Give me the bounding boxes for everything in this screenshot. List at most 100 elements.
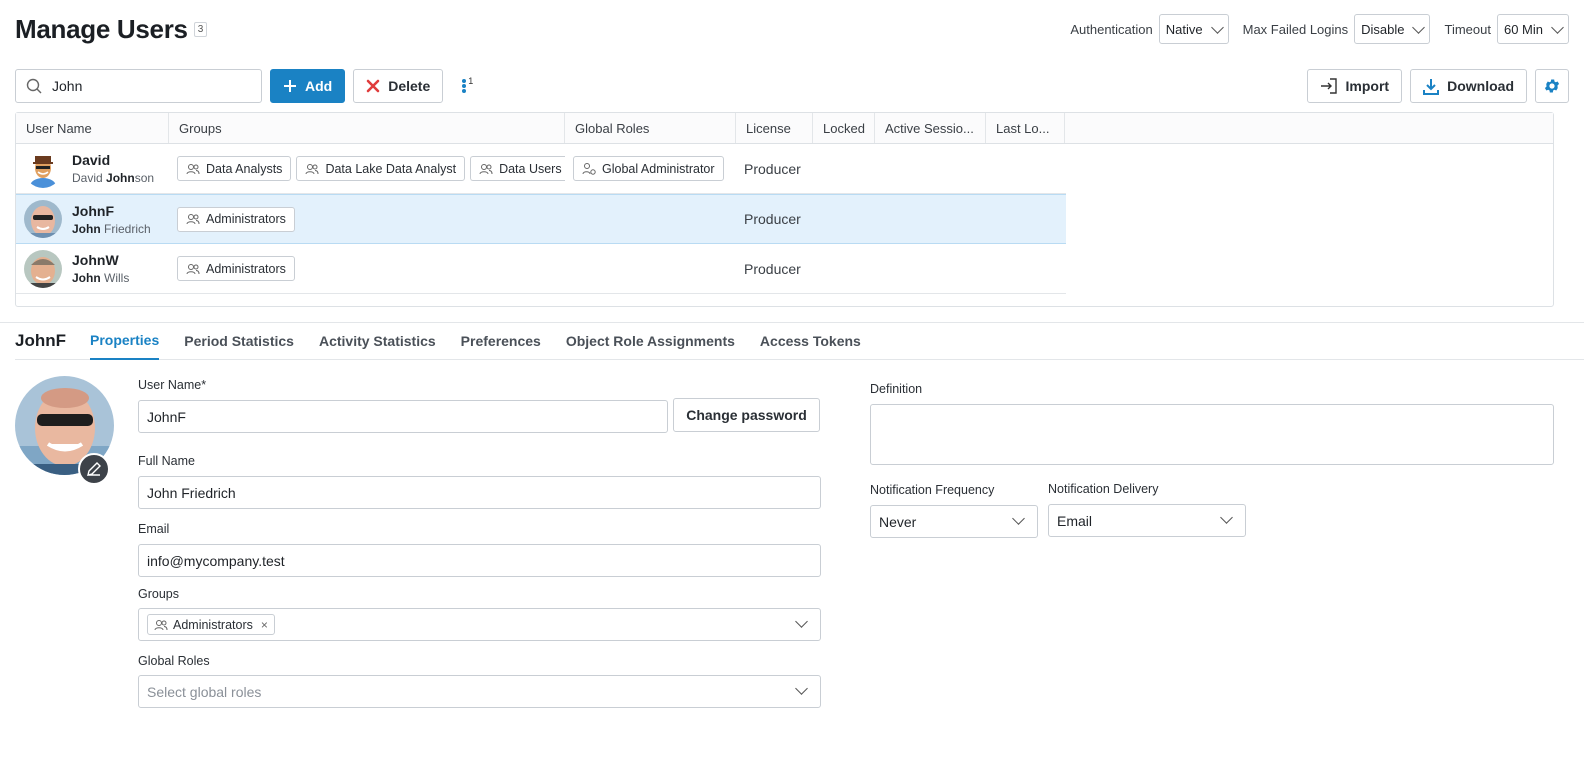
import-button[interactable]: Import (1306, 69, 1403, 103)
email-label: Email (138, 522, 170, 536)
page-header: Manage Users 3 (15, 14, 208, 45)
column-header-license[interactable]: License (736, 113, 813, 143)
users-icon (479, 163, 493, 174)
max-failed-logins-select[interactable]: Disable (1354, 14, 1431, 44)
global-roles-cell: Global Administrator (565, 144, 736, 193)
groups-cell: Data Analysts Data Lake Data Analyst Dat… (169, 144, 565, 193)
kebab-menu-icon (462, 79, 467, 93)
column-header-locked[interactable]: Locked (813, 113, 875, 143)
group-chip[interactable]: Data Lake Data Analyst (296, 156, 466, 181)
user-count-badge: 3 (193, 22, 208, 37)
avatar (24, 149, 62, 188)
column-header-active-sessions[interactable]: Active Sessio... (875, 113, 986, 143)
role-chip[interactable]: Global Administrator (573, 156, 724, 181)
tab-access-tokens[interactable]: Access Tokens (760, 323, 861, 360)
group-chip[interactable]: Administrators (177, 206, 295, 232)
import-label: Import (1345, 78, 1390, 94)
group-chip[interactable]: Administrators (177, 256, 295, 281)
timeout-select[interactable]: 60 Min (1496, 14, 1569, 44)
remove-chip-icon[interactable]: × (261, 618, 268, 632)
tab-object-role-assignments[interactable]: Object Role Assignments (566, 323, 735, 360)
table-row[interactable]: David David Johnson Data Analysts Data L… (16, 144, 1066, 194)
fullname-label: Full Name (138, 454, 195, 468)
change-password-button[interactable]: Change password (673, 398, 820, 432)
table-row-selected[interactable]: JohnF John Friedrich Administrators Prod… (16, 194, 1066, 244)
username-cell: JohnF John Friedrich (16, 195, 169, 243)
more-actions-count: 1 (468, 76, 474, 86)
notification-delivery-select[interactable]: Email (1048, 504, 1246, 537)
authentication-value: Native (1165, 21, 1203, 37)
search-box (15, 69, 262, 103)
user-names: David David Johnson (72, 152, 154, 185)
username-field[interactable]: JohnF (138, 400, 668, 433)
global-roles-label: Global Roles (138, 654, 210, 668)
tab-preferences[interactable]: Preferences (461, 323, 541, 360)
username: JohnF (72, 202, 115, 219)
full-name: John Friedrich (72, 221, 151, 236)
column-header-groups[interactable]: Groups (169, 113, 565, 143)
username: David (72, 152, 111, 168)
table-row[interactable]: JohnW John Wills Administrators Producer (16, 244, 1066, 294)
global-settings: Authentication Native Max Failed Logins … (1062, 14, 1569, 44)
search-input[interactable] (52, 78, 232, 94)
page-title: Manage Users (15, 14, 188, 44)
table-header: User Name Groups Global Roles License Lo… (16, 113, 1553, 144)
detail-title: JohnF (15, 331, 66, 350)
users-icon (154, 619, 168, 630)
global-roles-cell (565, 195, 736, 243)
column-header-last-login[interactable]: Last Lo... (986, 113, 1065, 143)
delete-x-icon (366, 79, 380, 93)
toolbar-right: Import Download (1306, 69, 1569, 103)
delete-button[interactable]: Delete (353, 69, 444, 103)
fullname-field[interactable]: John Friedrich (138, 476, 821, 509)
groups-select[interactable]: Administrators × (138, 608, 821, 641)
detail-tabs: JohnF Properties Period Statistics Activ… (15, 323, 1584, 360)
column-header-username[interactable]: User Name (16, 113, 169, 143)
group-chip[interactable]: Data Users (470, 156, 565, 181)
groups-cell: Administrators (169, 195, 565, 243)
add-button[interactable]: Add (270, 69, 346, 103)
max-failed-logins-value: Disable (1361, 21, 1405, 37)
download-button[interactable]: Download (1410, 69, 1527, 103)
username: JohnW (72, 252, 119, 268)
chevron-down-icon (1220, 511, 1233, 524)
users-icon (186, 214, 200, 225)
settings-button[interactable] (1535, 69, 1569, 103)
notification-frequency-label: Notification Frequency (870, 483, 995, 497)
chevron-down-icon (1551, 20, 1564, 34)
user-names: JohnW John Wills (72, 252, 129, 285)
definition-textarea[interactable] (870, 404, 1554, 465)
group-chip[interactable]: Data Analysts (177, 156, 292, 181)
license-value: Producer (744, 260, 801, 277)
group-chip-administrators: Administrators × (147, 614, 275, 635)
more-actions-button[interactable]: 1 (461, 76, 474, 94)
chevron-down-icon (795, 615, 808, 628)
timeout-label: Timeout (1444, 21, 1491, 37)
import-icon (1320, 78, 1337, 94)
chevron-down-icon (1210, 20, 1224, 34)
license-value: Producer (744, 160, 801, 177)
delete-label: Delete (388, 78, 431, 94)
authentication-select[interactable]: Native (1158, 14, 1229, 44)
license-cell: Producer (736, 144, 813, 193)
users-icon (305, 163, 319, 174)
tab-period-statistics[interactable]: Period Statistics (184, 323, 294, 360)
global-roles-cell (565, 244, 736, 293)
notification-frequency-select[interactable]: Never (870, 505, 1038, 538)
tab-activity-statistics[interactable]: Activity Statistics (319, 323, 436, 360)
definition-label: Definition (870, 382, 923, 396)
admin-user-icon (582, 163, 596, 175)
email-field[interactable]: info@mycompany.test (138, 544, 821, 577)
users-icon (186, 163, 200, 174)
search-icon (26, 78, 42, 94)
timeout-value: 60 Min (1503, 21, 1543, 37)
notification-delivery-label: Notification Delivery (1048, 482, 1159, 496)
groups-cell: Administrators (169, 244, 565, 293)
column-header-global-roles[interactable]: Global Roles (565, 113, 736, 143)
license-value: Producer (744, 211, 801, 227)
groups-label: Groups (138, 587, 179, 601)
edit-picture-button[interactable] (78, 453, 110, 485)
global-roles-select[interactable]: Select global roles (138, 675, 821, 708)
chevron-down-icon (795, 682, 808, 695)
tab-properties[interactable]: Properties (90, 323, 160, 360)
